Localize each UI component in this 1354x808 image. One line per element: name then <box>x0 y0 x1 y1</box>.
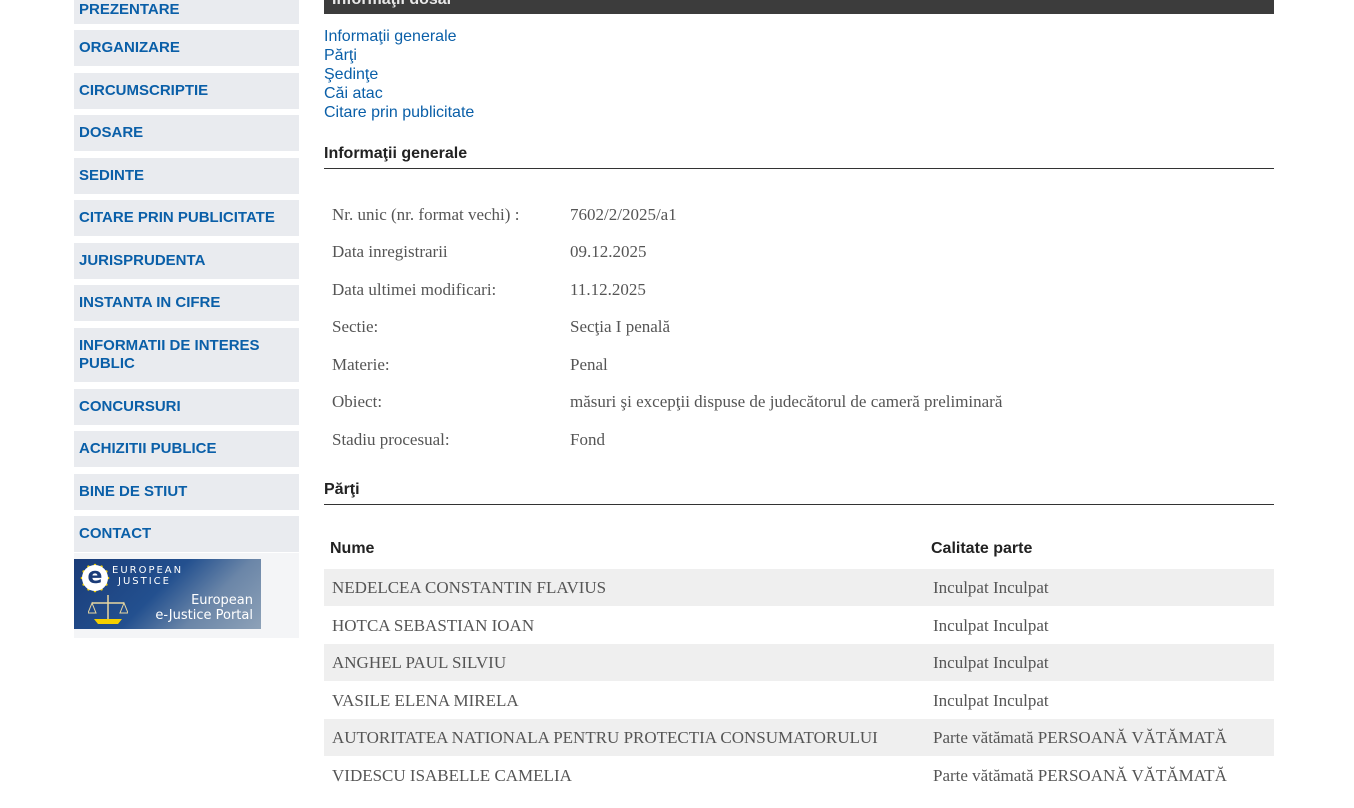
sidebar-item-organizare[interactable]: ORGANIZARE <box>74 30 299 66</box>
info-label: Nr. unic (nr. format vechi) : <box>332 205 520 224</box>
info-value: Penal <box>570 355 608 374</box>
party-role: Inculpat Inculpat <box>933 653 1049 672</box>
sidebar-item-label: CIRCUMSCRIPTIE <box>79 82 209 99</box>
party-name: AUTORITATEA NATIONALA PENTRU PROTECTIA C… <box>332 728 878 747</box>
sidebar-item-label: SEDINTE <box>79 167 145 184</box>
table-row: VIDESCU ISABELLE CAMELIA Parte vătămată … <box>324 757 1274 794</box>
party-role: Parte vătămată PERSOANĂ VĂTĂMATĂ <box>933 766 1227 785</box>
e-justice-portal-banner[interactable]: e EUROPEAN JUSTICE European e-Justice Po… <box>74 559 261 629</box>
link-parti[interactable]: Părţi <box>324 46 474 65</box>
info-value: 09.12.2025 <box>570 242 647 261</box>
party-name: ANGHEL PAUL SILVIU <box>332 653 507 672</box>
party-role: Parte vătămată PERSOANĂ VĂTĂMATĂ <box>933 728 1227 747</box>
info-value: 7602/2/2025/a1 <box>570 205 677 224</box>
info-label: Sectie: <box>332 317 379 336</box>
sidebar-item-achizitii-publice[interactable]: ACHIZITII PUBLICE <box>74 431 299 467</box>
info-label: Stadiu procesual: <box>332 430 450 449</box>
sidebar-item-label: DOSARE <box>79 124 144 141</box>
sidebar-item-label: CONCURSURI <box>79 398 181 415</box>
table-row: AUTORITATEA NATIONALA PENTRU PROTECTIA C… <box>324 719 1274 756</box>
general-info-title: Informaţii generale <box>324 145 1274 169</box>
sidebar-item-instanta-in-cifre[interactable]: INSTANTA IN CIFRE <box>74 285 299 321</box>
sidebar-item-sedinte[interactable]: SEDINTE <box>74 158 299 194</box>
e-justice-logo-icon: e <box>82 565 108 591</box>
sidebar-item-bine-de-stiut[interactable]: BINE DE STIUT <box>74 474 299 510</box>
justice-scale-icon <box>88 595 128 624</box>
sidebar-item-circumscriptie[interactable]: CIRCUMSCRIPTIE <box>74 73 299 109</box>
sidebar-item-label: ORGANIZARE <box>79 39 180 56</box>
sidebar-item-label: INSTANTA IN CIFRE <box>79 294 221 311</box>
sidebar-item-label: BINE DE STIUT <box>79 483 188 500</box>
sidebar-item-label: CITARE PRIN PUBLICITATE <box>79 209 275 226</box>
case-info-header-title: Informaţii dosar <box>332 0 453 9</box>
banner-top-text: EUROPEAN JUSTICE <box>112 565 183 587</box>
info-label: Data ultimei modificari: <box>332 280 497 299</box>
case-info-header: Informaţii dosar <box>324 0 1274 14</box>
column-header-nume: Nume <box>330 540 375 557</box>
info-label: Data inregistrarii <box>332 242 448 261</box>
info-value: Fond <box>570 430 605 449</box>
info-label: Materie: <box>332 355 390 374</box>
banner-portal-line2: e-Justice Portal <box>155 608 253 623</box>
sidebar-item-label: PREZENTARE <box>79 1 180 18</box>
link-cai-atac[interactable]: Căi atac <box>324 84 474 103</box>
banner-portal-text: European e-Justice Portal <box>155 593 253 623</box>
party-name: VASILE ELENA MIRELA <box>332 691 519 710</box>
parties-title: Părţi <box>324 481 1274 505</box>
link-citare-prin-publicitate[interactable]: Citare prin publicitate <box>324 103 474 122</box>
party-role: Inculpat Inculpat <box>933 616 1049 635</box>
party-role: Inculpat Inculpat <box>933 578 1049 597</box>
party-name: NEDELCEA CONSTANTIN FLAVIUS <box>332 578 607 597</box>
party-name: VIDESCU ISABELLE CAMELIA <box>332 766 572 785</box>
sidebar-item-informatii-de-interes-public[interactable]: INFORMATII DE INTERES PUBLIC <box>74 328 299 382</box>
banner-top-line1: EUROPEAN <box>112 565 184 576</box>
info-value: Secţia I penală <box>570 317 671 336</box>
sidebar-item-contact[interactable]: CONTACT <box>74 516 299 552</box>
party-name: HOTCA SEBASTIAN IOAN <box>332 616 535 635</box>
link-informatii-generale[interactable]: Informaţii generale <box>324 27 474 46</box>
sidebar-item-citare-prin-publicitate[interactable]: CITARE PRIN PUBLICITATE <box>74 200 299 236</box>
sidebar-item-concursuri[interactable]: CONCURSURI <box>74 389 299 425</box>
sidebar-item-label: INFORMATII DE INTERES PUBLIC <box>79 337 260 372</box>
party-role: Inculpat Inculpat <box>933 691 1049 710</box>
general-info-title-text: Informaţii generale <box>324 145 468 162</box>
table-row: HOTCA SEBASTIAN IOAN Inculpat Inculpat <box>324 607 1274 644</box>
table-row: ANGHEL PAUL SILVIU Inculpat Inculpat <box>324 644 1274 681</box>
column-header-calitate-parte: Calitate parte <box>931 540 1033 557</box>
info-value: 11.12.2025 <box>570 280 646 299</box>
sidebar-item-dosare[interactable]: DOSARE <box>74 115 299 151</box>
table-row: VASILE ELENA MIRELA Inculpat Inculpat <box>324 682 1274 719</box>
banner-top-line2: JUSTICE <box>118 576 171 587</box>
info-value: măsuri şi excepţii dispuse de judecătoru… <box>570 392 1003 411</box>
section-links: Informaţii generale Părţi Şedinţe Căi at… <box>324 27 474 122</box>
parties-table-header: Nume Calitate parte <box>324 534 1274 564</box>
sidebar-item-label: JURISPRUDENTA <box>79 252 206 269</box>
table-row: NEDELCEA CONSTANTIN FLAVIUS Inculpat Inc… <box>324 569 1274 606</box>
banner-portal-line1: European <box>191 593 253 608</box>
sidebar-item-prezentare[interactable]: PREZENTARE <box>74 0 299 24</box>
sidebar-item-label: CONTACT <box>79 525 152 542</box>
parties-title-text: Părţi <box>324 481 360 498</box>
sidebar-item-jurisprudenta[interactable]: JURISPRUDENTA <box>74 243 299 279</box>
link-sedinte[interactable]: Şedinţe <box>324 65 474 84</box>
sidebar-item-label: ACHIZITII PUBLICE <box>79 440 217 457</box>
info-label: Obiect: <box>332 392 383 411</box>
